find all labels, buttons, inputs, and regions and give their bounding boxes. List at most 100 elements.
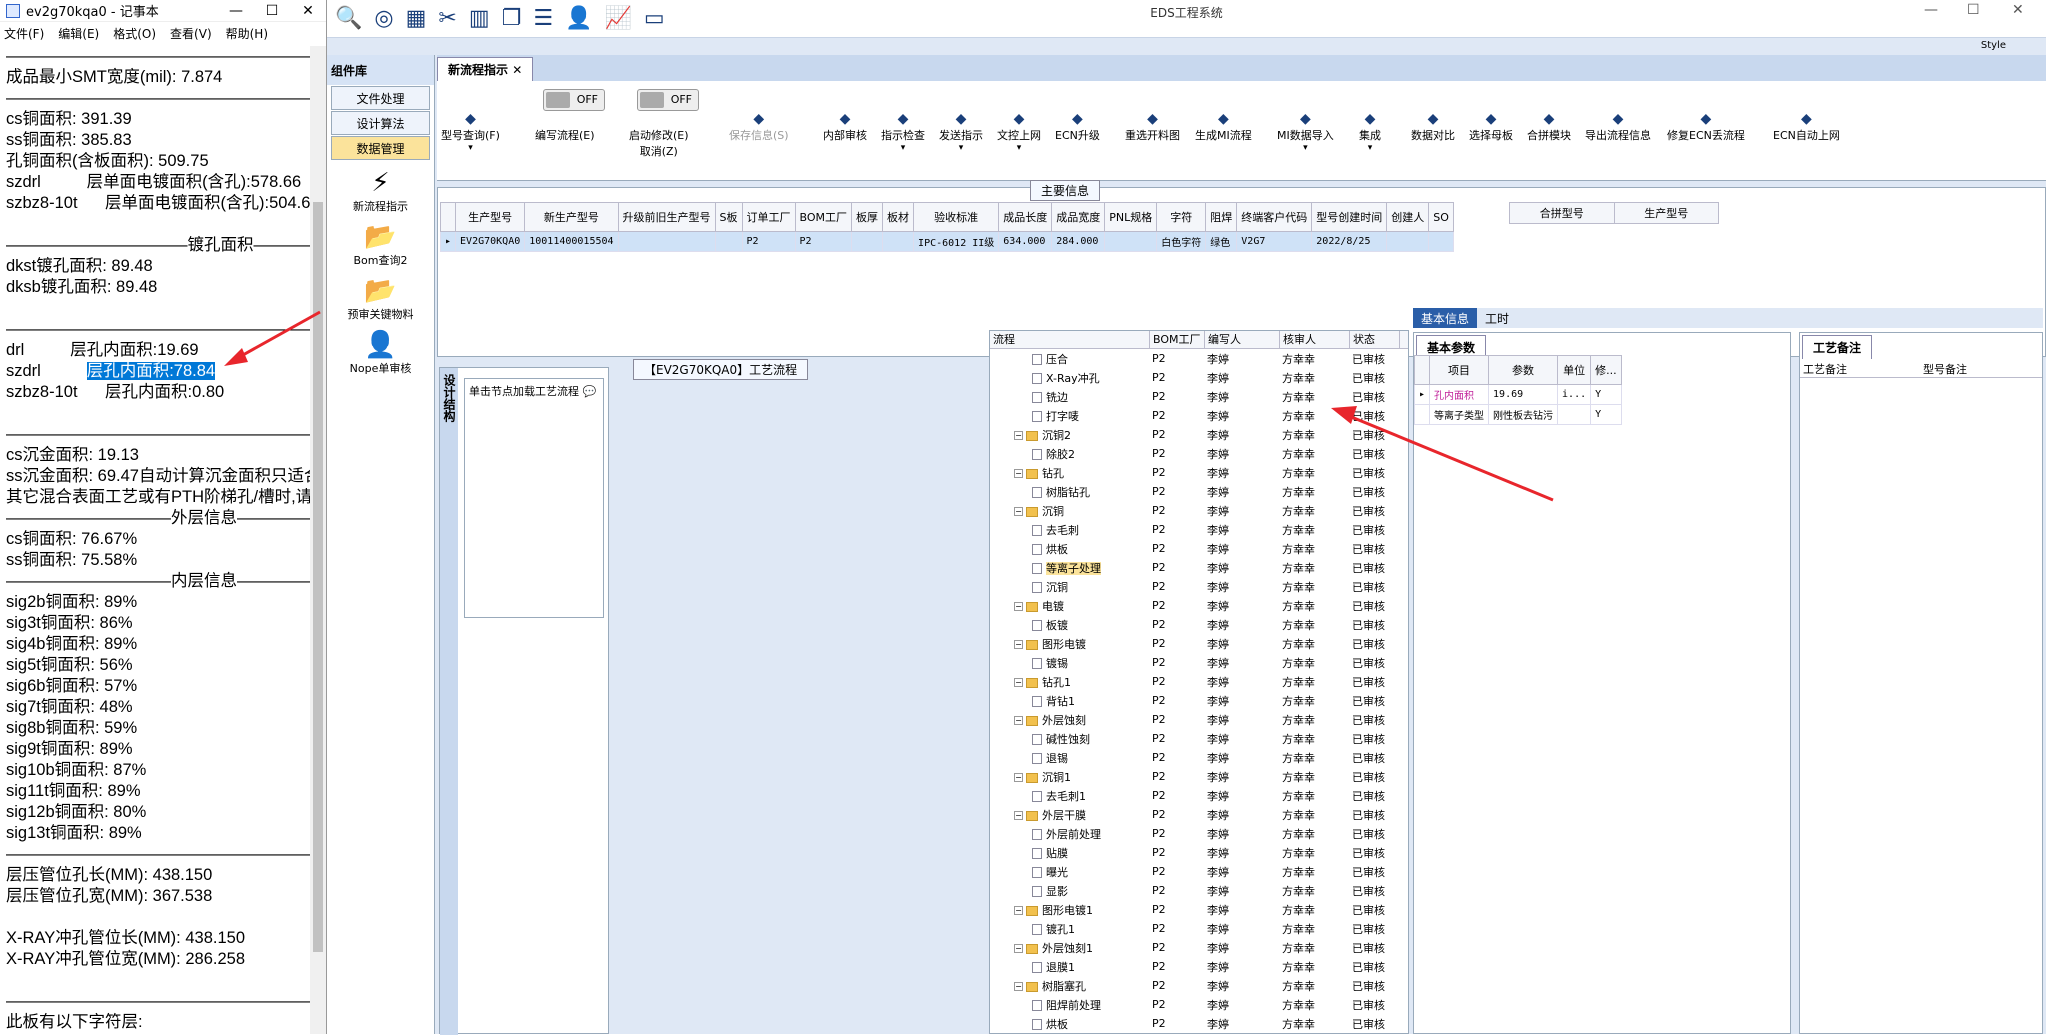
tree-node[interactable]: 退膜1	[990, 959, 1150, 975]
tab-new-flow[interactable]: 新流程指示 ✕	[437, 57, 534, 81]
table-cell[interactable]: IPC-6012 II级	[913, 231, 1000, 252]
tree-node[interactable]: − 沉铜2	[990, 427, 1150, 443]
column-header[interactable]: PNL规格	[1104, 202, 1158, 232]
table-cell[interactable]: 2022/8/25	[1311, 231, 1388, 252]
tree-row[interactable]: − 图形电镀 P2 李婷 方幸幸 已审核	[990, 634, 1408, 653]
tree-node[interactable]: 去毛刺1	[990, 788, 1150, 804]
expand-icon[interactable]: −	[1014, 716, 1023, 725]
sidebar-button[interactable]: 数据管理	[331, 136, 430, 160]
tree-node[interactable]: 打字唛	[990, 408, 1150, 424]
table-cell[interactable]: 634.000	[998, 231, 1053, 252]
ribbon-button[interactable]: ◆ ECN升级	[1055, 111, 1100, 143]
expand-icon[interactable]: −	[1014, 678, 1023, 687]
tab-basic-info[interactable]: 基本信息	[1413, 308, 1478, 328]
tree-node[interactable]: 压合	[990, 351, 1150, 367]
table-cell[interactable]	[1428, 231, 1454, 252]
table-cell[interactable]: Y	[1590, 404, 1622, 425]
tree-row[interactable]: X-Ray冲孔 P2 李婷 方幸幸 已审核	[990, 368, 1408, 387]
table-cell[interactable]	[714, 231, 743, 252]
table-cell[interactable]: Y	[1590, 384, 1622, 405]
tree-node[interactable]: X-Ray冲孔	[990, 370, 1150, 386]
sidebar-item[interactable]: 👤 Nope单审核	[327, 330, 434, 376]
table-cell[interactable]: 284.000	[1051, 231, 1106, 252]
table-cell[interactable]	[1386, 231, 1430, 252]
column-header[interactable]: 字符	[1156, 202, 1207, 232]
tree-node[interactable]: − 沉铜	[990, 503, 1150, 519]
column-header[interactable]: BOM工厂	[794, 202, 853, 232]
ribbon-button[interactable]: ◆ MI数据导入 ▾	[1277, 111, 1334, 153]
tree-node[interactable]: − 钻孔	[990, 465, 1150, 481]
tree-row[interactable]: 阻焊前处理 P2 李婷 方幸幸 已审核	[990, 995, 1408, 1014]
ribbon-button[interactable]: ◆ 修复ECN丢流程	[1667, 111, 1745, 143]
expand-icon[interactable]: −	[1014, 773, 1023, 782]
maximize-icon[interactable]: ☐	[254, 3, 290, 19]
expand-icon[interactable]: −	[1014, 602, 1023, 611]
ribbon-button[interactable]: ◆ 发送指示 ▾	[939, 111, 983, 153]
table-cell[interactable]	[851, 231, 884, 252]
tree-node[interactable]: 背钻1	[990, 693, 1150, 709]
ribbon-button[interactable]: ◆ 选择母板	[1469, 111, 1513, 143]
table-cell[interactable]: EV2G70KQA0	[455, 231, 526, 252]
column-header[interactable]: 项目	[1429, 355, 1490, 385]
table-cell[interactable]	[882, 231, 915, 252]
tree-node[interactable]: 镀孔1	[990, 921, 1150, 937]
tree-node[interactable]: 板镀	[990, 617, 1150, 633]
column-header[interactable]: 型号备注	[1920, 361, 2040, 377]
dropdown-icon[interactable]: ▾	[1359, 143, 1381, 153]
tree-row[interactable]: 碱性蚀刻 P2 李婷 方幸幸 已审核	[990, 729, 1408, 748]
tree-row[interactable]: 镀孔1 P2 李婷 方幸幸 已审核	[990, 919, 1408, 938]
tree-node[interactable]: − 树脂塞孔	[990, 978, 1150, 994]
column-header[interactable]: 合拼型号	[1509, 202, 1615, 224]
expand-icon[interactable]: −	[1014, 431, 1023, 440]
tree-node[interactable]: 烘板	[990, 1016, 1150, 1032]
tree-row[interactable]: − 外层蚀刻1 P2 李婷 方幸幸 已审核	[990, 938, 1408, 957]
column-header[interactable]: 订单工厂	[741, 202, 796, 232]
tree-node[interactable]: 退锡	[990, 750, 1150, 766]
column-header[interactable]: 型号创建时间	[1311, 202, 1388, 232]
tree-node[interactable]: 铣边	[990, 389, 1150, 405]
tree-row[interactable]: − 沉铜1 P2 李婷 方幸幸 已审核	[990, 767, 1408, 786]
sidebar-button[interactable]: 文件处理	[331, 86, 430, 110]
column-header[interactable]: 板材	[882, 202, 915, 232]
column-header[interactable]: 工艺备注	[1800, 361, 1920, 377]
column-header[interactable]: 生产型号	[455, 202, 526, 232]
tree-row[interactable]: − 树脂塞孔 P2 李婷 方幸幸 已审核	[990, 976, 1408, 995]
column-header[interactable]: 修...	[1590, 355, 1622, 385]
dropdown-icon[interactable]: ▾	[441, 143, 500, 153]
tree-row[interactable]: − 钻孔1 P2 李婷 方幸幸 已审核	[990, 672, 1408, 691]
column-header[interactable]: 成品宽度	[1051, 202, 1106, 232]
tree-row[interactable]: 烘板 P2 李婷 方幸幸 已审核	[990, 1014, 1408, 1033]
ribbon-button[interactable]: ◆ 型号查询(F) ▾	[441, 111, 500, 153]
tree-row[interactable]: 去毛刺1 P2 李婷 方幸幸 已审核	[990, 786, 1408, 805]
maximize-icon[interactable]: ☐	[1967, 2, 1980, 18]
notepad-scrollbar[interactable]	[310, 46, 326, 1034]
close-icon[interactable]: ✕	[2012, 2, 2024, 18]
tree-row[interactable]: 压合 P2 李婷 方幸幸 已审核	[990, 349, 1408, 368]
tree-row[interactable]: 板镀 P2 李婷 方幸幸 已审核	[990, 615, 1408, 634]
menu-item[interactable]: 文件(F)	[4, 25, 44, 42]
expand-icon[interactable]: −	[1014, 944, 1023, 953]
table-cell[interactable]: 绿色	[1205, 231, 1238, 252]
main-info-table[interactable]: 生产型号 新生产型号 升级前旧生产型号 S板 订单工厂 BOM工厂 板厚 板材 验收标准 成品长度…	[439, 202, 1454, 252]
tree-node[interactable]: 除胶2	[990, 446, 1150, 462]
column-header[interactable]: SO	[1428, 202, 1454, 232]
ribbon-button[interactable]: ◆ 集成 ▾	[1359, 111, 1381, 153]
tree-row[interactable]: 去毛刺 P2 李婷 方幸幸 已审核	[990, 520, 1408, 539]
column-header[interactable]: 阻焊	[1205, 202, 1238, 232]
tree-node[interactable]: 贴膜	[990, 845, 1150, 861]
tab-work-hours[interactable]: 工时	[1477, 308, 1517, 328]
tree-node[interactable]: − 外层干膜	[990, 807, 1150, 823]
sidebar-button[interactable]: 设计算法	[331, 111, 430, 135]
ribbon-button[interactable]: ◆ ECN自动上网	[1773, 111, 1840, 143]
expand-icon[interactable]: −	[1014, 906, 1023, 915]
ribbon-button[interactable]: ◆ 生成MI流程	[1195, 111, 1252, 143]
column-header[interactable]: 成品长度	[998, 202, 1053, 232]
tree-node[interactable]: 烘板	[990, 541, 1150, 557]
tree-node[interactable]: 碱性蚀刻	[990, 731, 1150, 747]
tree-row[interactable]: 等离子处理 P2 李婷 方幸幸 已审核	[990, 558, 1408, 577]
minimize-icon[interactable]: —	[218, 3, 254, 19]
tree-node[interactable]: − 图形电镀	[990, 636, 1150, 652]
tree-row[interactable]: − 外层蚀刻 P2 李婷 方幸幸 已审核	[990, 710, 1408, 729]
ribbon-button[interactable]: ◆ 保存信息(S)	[729, 111, 789, 143]
column-header[interactable]: BOM工厂	[1150, 331, 1205, 348]
